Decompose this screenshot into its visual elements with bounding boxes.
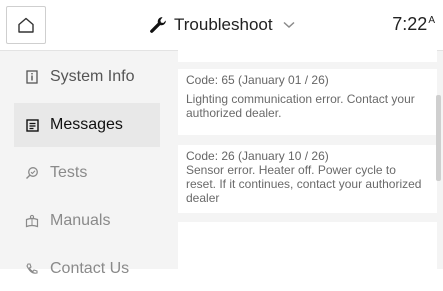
sidebar-item-contact-us[interactable]: Contact Us xyxy=(14,247,160,291)
message-code: Code: 65 (January 01 / 26) xyxy=(186,73,329,87)
wrench-icon xyxy=(150,17,166,33)
top-bar: Troubleshoot 7:22A xyxy=(0,0,443,51)
sidebar-item-label: System Info xyxy=(50,68,135,85)
clock: 7:22A xyxy=(392,14,435,35)
sidebar-item-system-info[interactable]: System Info xyxy=(14,55,160,99)
home-button[interactable] xyxy=(6,6,46,44)
message-code: Code: 26 (January 10 / 26) xyxy=(186,149,329,163)
sidebar-item-label: Manuals xyxy=(50,212,111,229)
sidebar-item-label: Messages xyxy=(50,116,123,133)
message-icon xyxy=(24,117,40,133)
home-icon xyxy=(18,17,34,33)
sidebar-item-messages[interactable]: Messages xyxy=(14,103,160,147)
manual-icon xyxy=(24,213,40,229)
clock-suffix: A xyxy=(428,15,435,26)
contact-icon xyxy=(24,261,40,277)
message-text: Sensor error. Heater off. Power cycle to… xyxy=(186,163,422,205)
sidebar-item-label: Tests xyxy=(50,164,88,181)
list-item xyxy=(178,222,437,282)
list-item[interactable]: Code: 65 (January 01 / 26) Lighting comm… xyxy=(178,69,437,135)
sidebar-item-tests[interactable]: Tests xyxy=(14,151,160,195)
scrollbar[interactable] xyxy=(436,95,441,181)
chevron-down-icon xyxy=(283,21,295,29)
messages-panel: Code: 65 (January 01 / 26) Lighting comm… xyxy=(168,45,443,282)
sidebar-item-manuals[interactable]: Manuals xyxy=(14,199,160,243)
message-text: Lighting communication error. Contact yo… xyxy=(186,92,415,120)
page-title: Troubleshoot xyxy=(174,15,273,34)
sidebar-item-label: Contact Us xyxy=(50,260,130,277)
magnify-icon xyxy=(24,165,40,181)
sidebar: System Info Messages Tests Manuals Conta… xyxy=(0,51,168,277)
list-item xyxy=(178,45,437,62)
list-item[interactable]: Code: 26 (January 10 / 26) Sensor error.… xyxy=(178,145,437,213)
info-icon xyxy=(24,69,40,85)
page-title-dropdown[interactable]: Troubleshoot xyxy=(148,10,295,40)
clock-time: 7:22 xyxy=(392,14,428,34)
